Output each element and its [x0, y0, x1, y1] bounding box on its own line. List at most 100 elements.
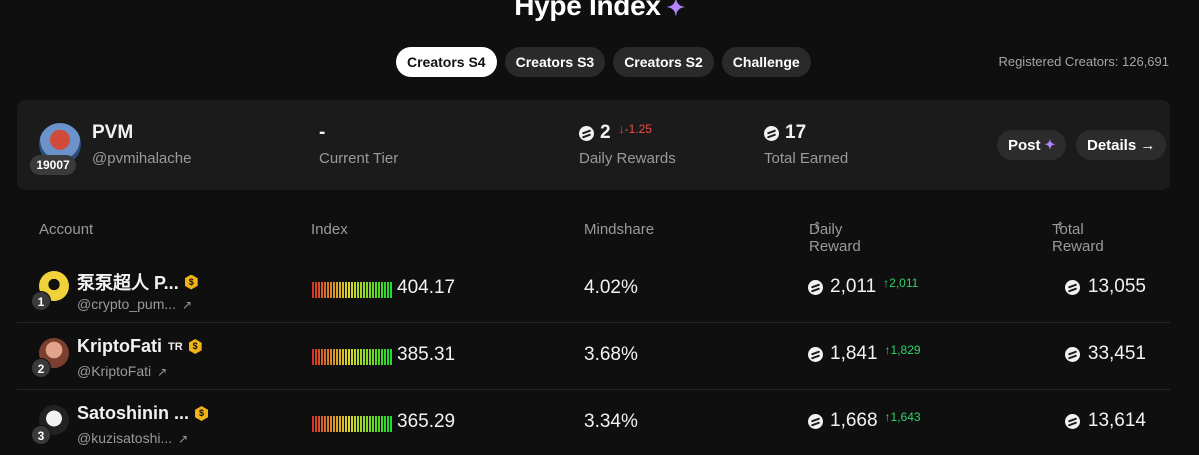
daily-reward-delta: ↑2,011 — [883, 276, 919, 290]
mindshare-value: 3.34% — [584, 411, 638, 432]
mindshare-value: 3.68% — [584, 344, 638, 365]
verified-badge-icon: $ — [188, 339, 202, 354]
index-meter-tick — [372, 349, 374, 365]
index-meter-tick — [354, 349, 356, 365]
total-reward-value: 13,055 — [1087, 276, 1146, 297]
table-header: Account Index Mindshare Daily Reward ⇕ To… — [0, 221, 1199, 255]
index-meter-tick — [384, 282, 386, 298]
tab-creators-s4[interactable]: Creators S4 — [396, 47, 497, 77]
index-meter-tick — [384, 349, 386, 365]
total-reward-cell: 33,451 — [1064, 343, 1146, 365]
index-meter-tick — [321, 349, 323, 365]
table-row[interactable]: 3 Satoshinin ... $ @kuzisatoshi... ↗ 365.2… — [17, 390, 1170, 455]
index-meter-tick — [324, 282, 326, 298]
account-handle[interactable]: @crypto_pum... ↗ — [77, 296, 192, 312]
index-value: 365.29 — [397, 411, 456, 432]
index-value: 385.31 — [397, 344, 456, 365]
index-meter-tick — [342, 282, 344, 298]
verified-badge-icon: $ — [195, 406, 209, 421]
index-meter-tick — [366, 416, 368, 432]
post-button-label: Post — [1008, 136, 1041, 154]
index-meter — [312, 349, 392, 365]
index-meter-tick — [375, 282, 377, 298]
total-earned-label: Total Earned — [764, 150, 849, 167]
tab-creators-s2[interactable]: Creators S2 — [613, 47, 714, 77]
index-meter-tick — [357, 282, 359, 298]
index-meter — [312, 282, 392, 298]
my-handle: @pvmihalache — [92, 150, 192, 167]
post-button[interactable]: Post ✦ — [997, 130, 1067, 160]
table-row[interactable]: 2 KriptoFati TR $ @KriptoFati ↗ 385.31 3.68… — [17, 323, 1170, 390]
details-button-label: Details → — [1087, 136, 1156, 154]
index-meter-tick — [342, 349, 344, 365]
account-handle-text: @crypto_pum... — [77, 296, 177, 312]
index-meter-tick — [324, 416, 326, 432]
coin-icon — [579, 125, 594, 141]
coin-icon — [764, 125, 779, 141]
total-earned-number: 17 — [785, 122, 807, 143]
index-meter-tick — [318, 349, 320, 365]
account-name-cell[interactable]: 泵泵超人 P... $ — [77, 269, 198, 295]
coin-icon — [1064, 413, 1080, 429]
index-meter-tick — [312, 416, 314, 432]
daily-rewards-label: Daily Rewards — [579, 150, 676, 167]
index-meter-tick — [360, 282, 362, 298]
index-meter-tick — [333, 349, 335, 365]
registered-creators-count: Registered Creators: 126,691 — [998, 54, 1169, 69]
index-meter-tick — [360, 416, 362, 432]
external-link-icon: ↗ — [178, 432, 189, 446]
rank-badge: 1 — [31, 291, 51, 311]
daily-reward-value: 1,668 — [830, 410, 878, 431]
page-title-text: Hype Index — [514, 0, 661, 21]
account-name-cell[interactable]: Satoshinin ... $ — [77, 403, 209, 424]
tab-creators-s3[interactable]: Creators S3 — [504, 47, 606, 77]
index-meter-tick — [345, 416, 347, 432]
index-meter-tick — [366, 282, 368, 298]
sparkle-icon: ✦ — [666, 0, 685, 20]
index-meter-tick — [357, 349, 359, 365]
account-handle-text: @KriptoFati — [77, 363, 152, 379]
column-index: Index — [311, 221, 348, 238]
external-link-icon: ↗ — [157, 365, 168, 379]
index-meter-tick — [339, 416, 341, 432]
my-creator-card: 19007 PVM @pvmihalache - Current Tier 2 … — [17, 100, 1170, 190]
coin-icon — [808, 279, 823, 295]
account-handle[interactable]: @KriptoFati ↗ — [77, 363, 167, 379]
table-row[interactable]: 1 泵泵超人 P... $ @crypto_pum... ↗ 404.17 4.02… — [17, 256, 1170, 323]
index-meter-tick — [333, 282, 335, 298]
rank-badge: 3 — [31, 425, 51, 445]
index-meter-tick — [327, 282, 329, 298]
index-meter-tick — [372, 282, 374, 298]
my-name: PVM — [92, 122, 134, 143]
index-meter-tick — [375, 416, 377, 432]
total-reward-cell: 13,055 — [1064, 276, 1146, 298]
index-meter-tick — [387, 416, 389, 432]
account-handle[interactable]: @kuzisatoshi... ↗ — [77, 430, 188, 446]
index-meter-tick — [315, 416, 317, 432]
index-meter-tick — [324, 349, 326, 365]
index-meter-tick — [381, 416, 383, 432]
index-meter-tick — [327, 416, 329, 432]
my-rank-badge: 19007 — [30, 155, 76, 175]
index-meter-tick — [366, 349, 368, 365]
account-handle-text: @kuzisatoshi... — [77, 430, 173, 446]
details-button[interactable]: Details → — [1076, 130, 1167, 160]
index-meter-tick — [387, 282, 389, 298]
daily-rewards-number: 2 — [600, 122, 611, 143]
index-meter-tick — [369, 349, 371, 365]
external-link-icon: ↗ — [182, 298, 193, 312]
account-name: 泵泵超人 P... — [77, 273, 179, 293]
sort-icon: ⇕ — [1056, 221, 1065, 232]
mindshare-value: 4.02% — [584, 277, 638, 298]
index-meter-tick — [378, 282, 380, 298]
sparkle-icon: ✦ — [1044, 137, 1056, 152]
tab-challenge[interactable]: Challenge — [721, 47, 811, 77]
index-meter-tick — [381, 282, 383, 298]
account-name-cell[interactable]: KriptoFati TR $ — [77, 336, 202, 357]
tier-value-text: - — [319, 122, 326, 143]
total-earned-value: 17 — [764, 122, 806, 144]
current-tier-value: - — [319, 122, 325, 144]
index-meter-tick — [318, 416, 320, 432]
daily-reward-delta: ↑1,829 — [884, 343, 921, 357]
index-meter-tick — [390, 349, 392, 365]
